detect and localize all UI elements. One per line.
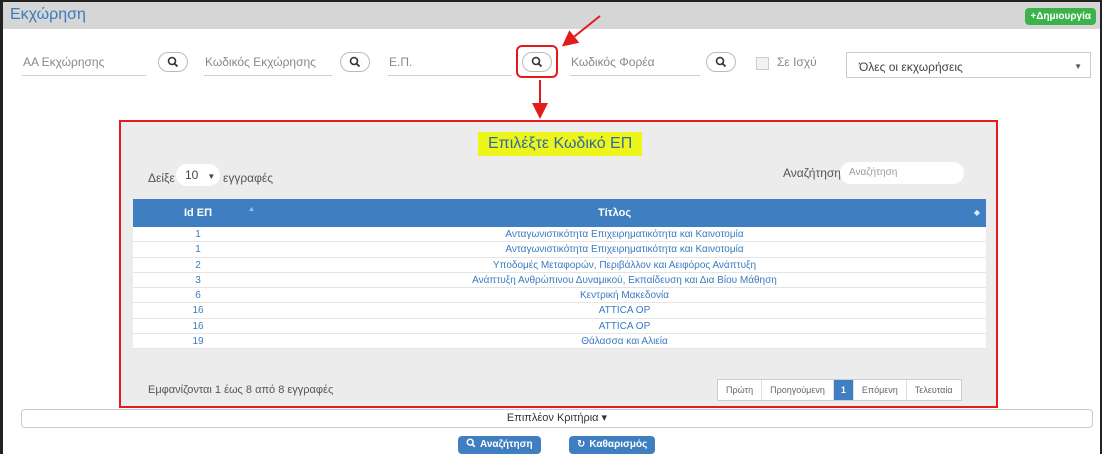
cell-title: Ανταγωνιστικότητα Επιχειρηματικότητα και… xyxy=(505,244,744,256)
cell-id: 2 xyxy=(195,259,201,271)
chevron-down-icon: ▼ xyxy=(207,172,216,181)
aa-search-button[interactable] xyxy=(158,52,188,72)
cell-title: Ανταγωνιστικότητα Επιχειρηματικότητα και… xyxy=(505,229,744,240)
table-row[interactable]: 2 Υποδομές Μεταφορών, Περιβάλλον και Αειφ… xyxy=(133,257,986,273)
ep-picker-modal: Επιλέξτε Κωδικό ΕΠ Δείξε 10 ▼ εγγραφές Αν… xyxy=(119,120,998,408)
annotation-highlight-box xyxy=(516,45,558,78)
cell-id: 1 xyxy=(195,229,201,240)
search-button[interactable]: Αναζήτηση xyxy=(458,436,541,454)
table-row[interactable]: 1 Ανταγωνιστικότητα Επιχειρηματικότητα κα… xyxy=(133,227,986,243)
column-header-title[interactable]: Τίτλος xyxy=(263,207,966,219)
page-title: Εκχώρηση xyxy=(10,6,86,23)
cell-id: 3 xyxy=(195,274,201,286)
chevron-down-icon: ▼ xyxy=(1074,62,1082,71)
cell-title: Κεντρική Μακεδονία xyxy=(579,290,670,302)
cell-title: ATTICA OP xyxy=(598,320,651,332)
cell-title: Ανάπτυξη Ανθρώπινου Δυναμικού, Εκπαίδευσ… xyxy=(472,274,777,286)
modal-title: Επιλέξτε Κωδικό ΕΠ xyxy=(478,132,643,156)
code-search-button[interactable] xyxy=(340,52,370,72)
table-row[interactable]: 19 Θάλασσα και Αλιεία xyxy=(133,334,986,350)
aa-field[interactable]: ΑΑ Εκχώρησης xyxy=(23,55,104,69)
cell-id: 16 xyxy=(192,305,204,317)
ep-table: Id ΕΠ ▲ Τίτλος ◆ 1 Ανταγωνιστικότητα Επιχ… xyxy=(133,199,986,350)
code-field[interactable]: Κωδικός Εκχώρησης xyxy=(205,55,316,69)
page-length-label: Δείξε xyxy=(148,171,175,185)
sort-asc-icon: ▲ xyxy=(248,206,255,213)
pager-next[interactable]: Επόμενη xyxy=(854,380,907,400)
clear-button[interactable]: ↻ Καθαρισμός xyxy=(569,436,656,454)
agency-search-button[interactable] xyxy=(706,52,736,72)
aa-field-underline xyxy=(22,75,146,76)
status-select-value: Όλες οι εκχωρήσεις xyxy=(859,60,963,74)
column-header-id[interactable]: Id ΕΠ xyxy=(133,207,263,219)
clear-button-label: Καθαρισμός xyxy=(589,439,648,450)
table-header: Id ΕΠ ▲ Τίτλος ◆ xyxy=(133,199,986,227)
search-button-label: Αναζήτηση xyxy=(480,439,533,450)
search-icon xyxy=(715,56,727,68)
cell-id: 19 xyxy=(192,336,204,348)
pager-previous[interactable]: Προηγούμενη xyxy=(762,380,834,400)
table-row[interactable]: 16 ATTICA OP xyxy=(133,318,986,335)
more-criteria-button[interactable]: Επιπλέον Κριτήρια ▾ xyxy=(21,409,1093,428)
search-icon xyxy=(167,56,179,68)
cell-id: 1 xyxy=(195,244,201,256)
refresh-icon: ↻ xyxy=(577,439,586,450)
agency-field[interactable]: Κωδικός Φορέα xyxy=(571,55,655,69)
status-select[interactable]: Όλες οι εκχωρήσεις ▼ xyxy=(846,52,1091,78)
cell-title: Υποδομές Μεταφορών, Περιβάλλον και Αειφό… xyxy=(492,259,757,271)
cell-title: Θάλασσα και Αλιεία xyxy=(581,336,668,348)
title-bar: Εκχώρηση +Δημιουργία xyxy=(3,2,1100,29)
cell-title: ATTICA OP xyxy=(598,305,651,317)
cell-id: 16 xyxy=(192,320,204,332)
table-search-input[interactable]: Αναζήτηση xyxy=(840,162,964,184)
records-label: εγγραφές xyxy=(223,171,274,185)
agency-field-underline xyxy=(570,75,700,76)
table-search-placeholder: Αναζήτηση xyxy=(849,167,898,178)
ep-field[interactable]: Ε.Π. xyxy=(389,55,412,69)
create-button[interactable]: +Δημιουργία xyxy=(1025,8,1096,25)
search-icon xyxy=(466,438,476,448)
in-force-checkbox[interactable] xyxy=(756,57,769,70)
table-search-label: Αναζήτηση: xyxy=(783,166,845,180)
table-row[interactable]: 1 Ανταγωνιστικότητα Επιχειρηματικότητα κα… xyxy=(133,242,986,258)
code-field-underline xyxy=(204,75,332,76)
page-length-select[interactable]: 10 ▼ xyxy=(176,164,220,186)
page-length-value: 10 xyxy=(185,168,199,182)
table-row[interactable]: 16 ATTICA OP xyxy=(133,303,986,319)
pagination: Πρώτη Προηγούμενη 1 Επόμενη Τελευταία xyxy=(717,379,962,401)
pager-first[interactable]: Πρώτη xyxy=(718,380,763,400)
table-info: Εμφανίζονται 1 έως 8 από 8 εγγραφές xyxy=(148,384,334,396)
ep-field-underline xyxy=(388,75,512,76)
pager-current-page[interactable]: 1 xyxy=(833,380,854,400)
table-row[interactable]: 3 Ανάπτυξη Ανθρώπινου Δυναμικού, Εκπαίδευ… xyxy=(133,272,986,289)
table-row[interactable]: 6 Κεντρική Μακεδονία xyxy=(133,288,986,304)
search-icon xyxy=(349,56,361,68)
sort-both-icon: ◆ xyxy=(973,208,980,217)
in-force-label: Σε Ισχύ xyxy=(777,55,817,69)
cell-id: 6 xyxy=(195,290,201,302)
pager-last[interactable]: Τελευταία xyxy=(907,380,961,400)
